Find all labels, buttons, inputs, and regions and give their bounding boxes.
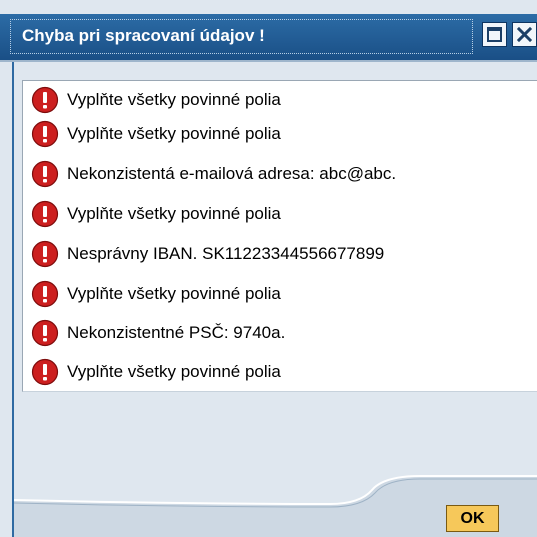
message-text: Vyplňte všetky povinné polia [67,204,281,223]
message-text: Nekonzistentá e-mailová adresa: abc@abc. [67,164,397,183]
list-item: Vyplňte všetky povinné polia [31,119,281,149]
list-item: Nekonzistentá e-mailová adresa: abc@abc. [31,159,396,189]
error-icon [31,200,59,228]
message-text: Vyplňte všetky povinné polia [67,124,281,143]
message-text: Nesprávny IBAN. SK11223344556677899 [67,244,385,263]
dialog-title: Chyba pri spracovaní údajov ! [22,26,265,45]
message-text: Nekonzistentné PSČ: 9740a. [67,323,286,342]
titlebar-separator [0,60,537,62]
error-icon [31,120,59,148]
message-text: Vyplňte všetky povinné polia [67,284,281,303]
error-icon [31,86,59,114]
list-item: Vyplňte všetky povinné polia [31,357,281,387]
error-icon [31,160,59,188]
message-list: Vyplňte všetky povinné polia Vyplňte vše… [22,80,537,392]
message-text: Vyplňte všetky povinné polia [67,362,281,381]
error-icon [31,280,59,308]
dialog-titlebar[interactable]: Chyba pri spracovaní údajov ! [0,14,537,60]
close-button[interactable] [512,22,537,47]
maximize-button[interactable] [482,22,507,47]
error-icon [31,358,59,386]
maximize-icon [487,27,502,42]
window-left-border [12,62,14,537]
message-text: Vyplňte všetky povinné polia [67,90,281,109]
error-icon [31,240,59,268]
close-icon [517,27,532,42]
error-icon [31,319,59,347]
list-item: Nesprávny IBAN. SK11223344556677899 [31,239,384,269]
list-item: Vyplňte všetky povinné polia [31,199,281,229]
list-item: Vyplňte všetky povinné polia [31,279,281,309]
ok-button[interactable]: OK [446,505,499,532]
list-item: Nekonzistentné PSČ: 9740a. [31,318,285,348]
list-item: Vyplňte všetky povinné polia [31,85,281,115]
error-dialog: Chyba pri spracovaní údajov ! Vyplňte vš… [0,0,537,537]
